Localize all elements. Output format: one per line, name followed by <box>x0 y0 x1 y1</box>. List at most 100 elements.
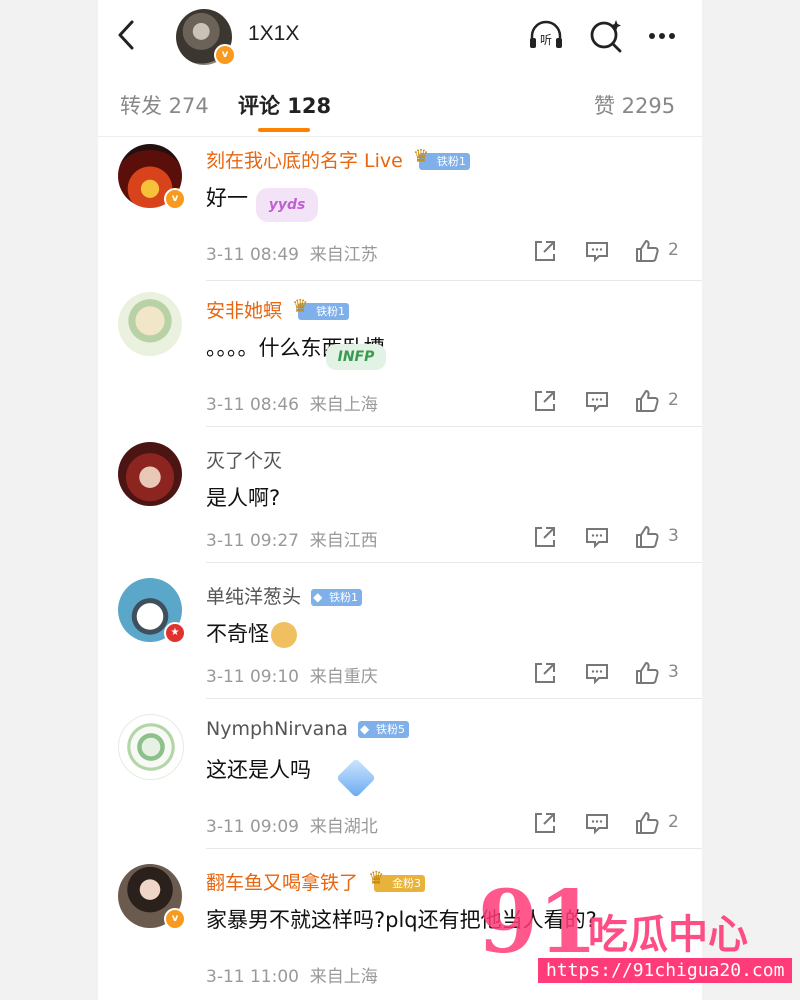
yyds-sticker: yyds <box>256 188 318 222</box>
diamond-sticker-icon <box>336 758 376 798</box>
listen-label: 听 <box>540 33 552 47</box>
verified-badge-icon: v <box>164 188 186 210</box>
crown-icon: ♛ <box>368 868 385 889</box>
diamond-icon: ◆ <box>360 722 370 736</box>
comment-location: 来自湖北 <box>309 817 378 837</box>
commenter-avatar[interactable] <box>118 292 182 356</box>
red-star-badge-icon: ★ <box>164 622 186 644</box>
crown-icon: ♛ <box>292 296 309 317</box>
commenter-avatar[interactable] <box>118 442 182 506</box>
share-icon[interactable] <box>532 388 558 414</box>
active-tab-indicator <box>258 128 310 132</box>
fan-badge-label: 铁粉1 <box>329 591 359 604</box>
comment-text: 是人啊? <box>206 486 281 510</box>
fan-badge-label: 金粉3 <box>392 877 422 890</box>
author-name[interactable]: 1X1X <box>248 22 299 46</box>
gold-fan-badge: ♛ 金粉3 <box>368 870 426 892</box>
fan-badge: ◆ 铁粉5 <box>358 721 409 738</box>
commenter-name-text: NymphNirvana <box>206 718 348 740</box>
comment-location: 来自江苏 <box>309 245 378 265</box>
like-icon[interactable] <box>634 238 660 264</box>
comment-text: 不奇怪 <box>206 618 297 648</box>
infp-sticker: INFP <box>326 344 386 370</box>
like-icon[interactable] <box>634 810 660 836</box>
comment-actions: 3 <box>528 660 688 690</box>
comment-actions: 2 <box>528 810 688 840</box>
fan-badge: ♛ 铁粉1 <box>413 148 470 170</box>
search-sparkle-icon[interactable] <box>586 16 626 56</box>
comment-meta: 3-11 11:00 来自上海 <box>206 962 378 987</box>
top-bar: v 1X1X 听 <box>98 0 702 70</box>
comment-text-content: 不奇怪 <box>206 622 269 646</box>
tab-comments[interactable]: 评论 128 <box>238 90 331 120</box>
comment-meta: 3-11 08:49 来自江苏 <box>206 240 378 265</box>
comment-time: 3-11 08:49 <box>206 245 299 265</box>
fan-badge-label: 铁粉1 <box>436 155 466 168</box>
commenter-avatar[interactable] <box>118 714 184 780</box>
tab-bar: 转发 274 评论 128 赞 2295 <box>98 70 702 137</box>
comment-time: 3-11 09:09 <box>206 817 299 837</box>
share-icon[interactable] <box>532 810 558 836</box>
reply-icon[interactable] <box>584 810 610 836</box>
divider <box>206 426 702 427</box>
comment-actions: 3 <box>528 524 688 554</box>
comment-location: 来自上海 <box>309 395 378 415</box>
comment-meta: 3-11 09:27 来自江西 <box>206 526 378 551</box>
commenter-name[interactable]: NymphNirvana ◆ 铁粉5 <box>206 718 409 740</box>
like-icon[interactable] <box>634 524 660 550</box>
divider <box>206 698 702 699</box>
commenter-name-text: 安非她螟 <box>206 300 283 322</box>
commenter-name-text: 灭了个灭 <box>206 450 283 472</box>
fan-badge-label: 铁粉1 <box>316 305 346 318</box>
like-count: 2 <box>668 390 679 410</box>
fan-badge: ♛ 铁粉1 <box>292 298 350 320</box>
reply-icon[interactable] <box>584 660 610 686</box>
comment-time: 3-11 09:27 <box>206 531 299 551</box>
verified-badge-icon: v <box>164 908 186 930</box>
comment-meta: 3-11 09:09 来自湖北 <box>206 812 378 837</box>
share-icon[interactable] <box>532 238 558 264</box>
comment-text: 这还是人吗 <box>206 758 311 782</box>
share-icon[interactable] <box>532 524 558 550</box>
comment-meta: 3-11 08:46 来自上海 <box>206 390 378 415</box>
fan-badge-label: 铁粉5 <box>376 723 405 736</box>
comment-actions: 2 <box>528 238 688 268</box>
like-icon[interactable] <box>634 388 660 414</box>
commenter-name[interactable]: 安非她螟 ♛ 铁粉1 <box>206 296 350 323</box>
like-count: 3 <box>668 526 679 546</box>
like-icon[interactable] <box>634 660 660 686</box>
comment-meta: 3-11 09:10 来自重庆 <box>206 662 378 687</box>
commenter-name-text: 单纯洋葱头 <box>206 586 302 608</box>
comment-time: 3-11 09:10 <box>206 667 299 687</box>
doge-emoji-icon <box>271 622 297 648</box>
comment-text: 好一 <box>206 186 248 210</box>
share-icon[interactable] <box>532 660 558 686</box>
verified-badge-icon: v <box>214 44 236 66</box>
commenter-name[interactable]: 灭了个灭 <box>206 446 282 473</box>
commenter-name-text: 刻在我心底的名字 Live <box>206 150 403 172</box>
more-icon[interactable] <box>642 16 682 56</box>
back-arrow-icon[interactable] <box>112 18 140 52</box>
like-count: 2 <box>668 240 679 260</box>
comment-text: 家暴男不就这样吗?plq还有把他当人看的? <box>206 908 597 932</box>
reply-icon[interactable] <box>584 388 610 414</box>
commenter-name[interactable]: 单纯洋葱头 ◆ 铁粉1 <box>206 582 363 609</box>
weibo-comment-screen: v 1X1X 听 转发 274 评论 128 赞 2295 v 刻在我心底的名字… <box>98 0 702 1000</box>
commenter-name[interactable]: 翻车鱼又喝拿铁了 ♛ 金粉3 <box>206 868 426 895</box>
commenter-name-text: 翻车鱼又喝拿铁了 <box>206 872 359 894</box>
tab-reposts[interactable]: 转发 274 <box>120 90 209 120</box>
commenter-name[interactable]: 刻在我心底的名字 Live ♛ 铁粉1 <box>206 146 470 173</box>
reply-icon[interactable] <box>584 524 610 550</box>
tab-likes[interactable]: 赞 2295 <box>594 90 675 120</box>
like-count: 3 <box>668 662 679 682</box>
divider <box>206 848 702 849</box>
like-count: 2 <box>668 812 679 832</box>
diamond-icon: ◆ <box>313 590 323 604</box>
divider <box>206 562 702 563</box>
fan-badge: ◆ 铁粉1 <box>311 589 363 606</box>
reply-icon[interactable] <box>584 238 610 264</box>
divider <box>206 280 702 281</box>
comment-time: 3-11 11:00 <box>206 967 299 987</box>
comment-actions: 2 <box>528 388 688 418</box>
listen-icon[interactable]: 听 <box>526 16 566 56</box>
